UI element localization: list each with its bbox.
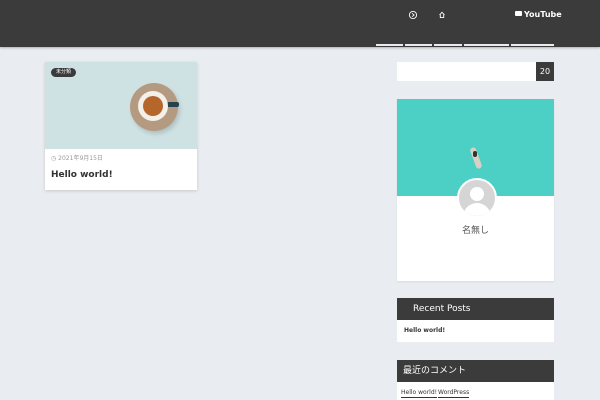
search-input[interactable] xyxy=(397,62,536,81)
site-header: YouTube xyxy=(0,0,600,47)
recent-comments-list: Hello world! WordPress xyxy=(397,382,554,400)
post-date: ◷ 2021年9月15日 xyxy=(51,155,103,163)
coffee xyxy=(143,96,163,116)
post-thumbnail[interactable]: 未分類 xyxy=(45,62,197,149)
recent-comments-title: 最近のコメント xyxy=(397,360,554,382)
recent-posts-list: Hello world! xyxy=(397,320,554,342)
recent-posts-title: Recent Posts xyxy=(397,298,554,320)
recent-post-link[interactable]: Hello world! xyxy=(404,326,445,335)
category-tag[interactable]: 未分類 xyxy=(51,68,77,77)
youtube-icon xyxy=(515,11,522,16)
paddleboard xyxy=(469,146,483,170)
youtube-link[interactable]: YouTube xyxy=(515,9,562,21)
profile-widget: 名無し xyxy=(397,99,554,281)
clock-icon: ◷ xyxy=(51,155,57,162)
avatar xyxy=(457,178,497,218)
cup-handle xyxy=(167,102,179,107)
post-date-text: 2021年9月15日 xyxy=(58,155,103,162)
search-button[interactable]: 20 xyxy=(536,62,554,81)
post-title[interactable]: Hello world! xyxy=(51,169,113,181)
post-card[interactable]: 未分類 ◷ 2021年9月15日 Hello world! xyxy=(45,62,197,190)
paddler xyxy=(473,151,477,157)
comment-post-link[interactable]: Hello world! xyxy=(401,388,438,398)
comment-author-link[interactable]: WordPress xyxy=(438,388,470,398)
instagram-icon[interactable] xyxy=(408,10,418,20)
profile-name: 名無し xyxy=(461,226,489,236)
youtube-label: YouTube xyxy=(524,10,562,19)
home-icon[interactable] xyxy=(437,10,447,20)
